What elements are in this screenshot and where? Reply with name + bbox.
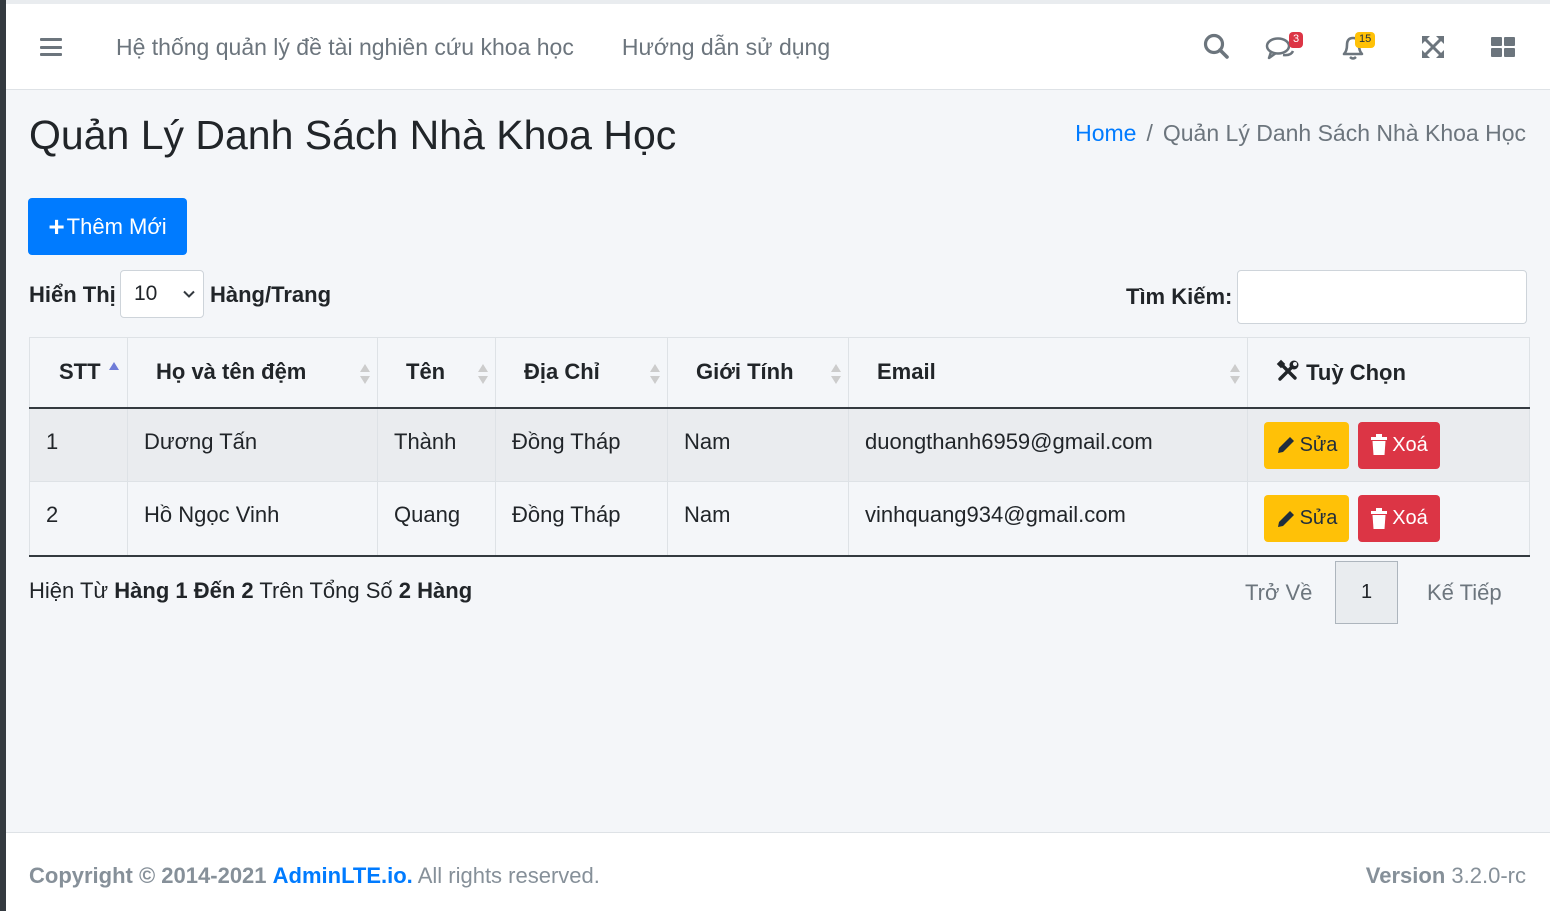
nav-link-guide[interactable]: Hướng dẫn sử dụng — [622, 34, 830, 61]
cell-name: Thành — [377, 407, 496, 482]
sidebar-edge — [0, 0, 6, 911]
footer-version: Version 3.2.0-rc — [1366, 863, 1526, 889]
table-row: 1 Dương Tấn Thành Đồng Tháp Nam duongtha… — [29, 407, 1530, 482]
header-label: STT — [59, 359, 101, 385]
fullscreen-icon[interactable] — [1418, 32, 1448, 62]
version-label: Version — [1365, 863, 1446, 888]
tools-icon — [1276, 359, 1299, 381]
header-label: Họ và tên đệm — [156, 359, 307, 385]
nav-link-system[interactable]: Hệ thống quản lý đề tài nghiên cứu khoa … — [116, 34, 574, 61]
edit-label: Sửa — [1299, 507, 1338, 529]
plus-icon: + — [48, 210, 65, 242]
sort-icon — [831, 364, 841, 384]
cell-email: duongthanh6959@gmail.com — [848, 407, 1248, 482]
grid-icon[interactable] — [1488, 32, 1518, 62]
header-label: Tuỳ Chọn — [1306, 359, 1406, 385]
info-prefix: Hiện Từ — [29, 578, 109, 603]
edit-button[interactable]: Sửa — [1264, 495, 1349, 542]
cell-actions: Sửa Xoá — [1247, 481, 1530, 557]
delete-button[interactable]: Xoá — [1358, 495, 1440, 542]
pencil-icon — [1277, 437, 1294, 453]
column-header-options: Tuỳ Chọn — [1247, 337, 1530, 409]
breadcrumb-current: Quản Lý Danh Sách Nhà Khoa Học — [1162, 120, 1526, 146]
cell-actions: Sửa Xoá — [1247, 407, 1530, 482]
navbar-left: Hệ thống quản lý đề tài nghiên cứu khoa … — [6, 4, 830, 90]
header-label: Tên — [406, 359, 446, 385]
trash-icon — [1371, 507, 1388, 529]
table-header-row: STT Họ và tên đệm Tên Địa Chỉ Giới Tính — [29, 337, 1530, 409]
cell-gender: Nam — [667, 407, 849, 482]
column-header-name[interactable]: Tên — [377, 337, 496, 409]
comments-icon[interactable]: 3 — [1265, 32, 1305, 62]
add-new-label: Thêm Mới — [66, 213, 167, 239]
info-middle: Trên Tổng Số — [259, 578, 393, 603]
copyright-text: Copyright © 2014-2021 — [29, 863, 267, 888]
cell-address: Đồng Tháp — [495, 481, 668, 557]
sort-icon — [478, 364, 488, 384]
table-row: 2 Hồ Ngọc Vinh Quang Đồng Tháp Nam vinhq… — [29, 481, 1530, 557]
add-new-button[interactable]: + Thêm Mới — [28, 198, 187, 255]
search-icon[interactable] — [1202, 32, 1232, 62]
trash-icon — [1371, 434, 1388, 455]
breadcrumb: Home / Quản Lý Danh Sách Nhà Khoa Học — [1075, 120, 1526, 147]
pencil-icon — [1277, 510, 1294, 527]
delete-button[interactable]: Xoá — [1358, 421, 1440, 469]
length-suffix: Hàng/Trang — [210, 282, 332, 307]
cell-name: Quang — [377, 481, 496, 557]
sort-asc-icon — [109, 362, 119, 370]
sort-icon — [1230, 364, 1240, 384]
info-total: 2 Hàng — [398, 578, 473, 603]
delete-label: Xoá — [1392, 507, 1428, 529]
footer-copyright: Copyright © 2014-2021 AdminLTE.io. All r… — [29, 863, 600, 889]
top-navbar: Hệ thống quản lý đề tài nghiên cứu khoa … — [6, 4, 1550, 90]
bell-icon[interactable]: 15 — [1338, 32, 1378, 62]
info-range: Hàng 1 Đến 2 — [114, 578, 254, 603]
edit-label: Sửa — [1299, 433, 1338, 456]
notifications-badge: 15 — [1355, 32, 1376, 48]
sort-icon — [360, 364, 370, 384]
cell-stt: 2 — [29, 481, 128, 557]
sort-icon — [650, 364, 660, 384]
column-header-surname[interactable]: Họ và tên đệm — [127, 337, 378, 409]
column-header-gender[interactable]: Giới Tính — [667, 337, 849, 409]
cell-address: Đồng Tháp — [495, 407, 668, 482]
chevron-down-icon — [183, 290, 195, 298]
rows-per-page-value: 10 — [134, 282, 158, 305]
header-label: Email — [877, 359, 936, 385]
footer: Copyright © 2014-2021 AdminLTE.io. All r… — [6, 832, 1550, 911]
cell-stt: 1 — [29, 407, 128, 482]
column-header-stt[interactable]: STT — [29, 337, 128, 409]
menu-icon[interactable] — [40, 38, 62, 56]
search-label: Tìm Kiếm: — [1126, 284, 1233, 309]
rights-text: All rights reserved. — [417, 863, 600, 888]
edit-button[interactable]: Sửa — [1264, 421, 1349, 469]
breadcrumb-home-link[interactable]: Home — [1075, 120, 1136, 146]
header-label: Địa Chỉ — [524, 359, 600, 385]
cell-email: vinhquang934@gmail.com — [848, 481, 1248, 557]
cell-gender: Nam — [667, 481, 849, 557]
scientists-table: STT Họ và tên đệm Tên Địa Chỉ Giới Tính — [29, 337, 1530, 557]
page-title: Quản Lý Danh Sách Nhà Khoa Học — [29, 112, 677, 158]
cell-surname: Hồ Ngọc Vinh — [127, 481, 378, 557]
scientists-table-wrapper: STT Họ và tên đệm Tên Địa Chỉ Giới Tính — [29, 337, 1530, 557]
header-label: Giới Tính — [696, 359, 794, 385]
breadcrumb-separator: / — [1146, 120, 1153, 146]
column-header-address[interactable]: Địa Chỉ — [495, 337, 668, 409]
rows-per-page-select[interactable]: 10 — [120, 270, 204, 318]
adminlte-link[interactable]: AdminLTE.io. — [273, 863, 413, 888]
pagination-next[interactable]: Kế Tiếp — [1427, 580, 1502, 606]
delete-label: Xoá — [1392, 433, 1428, 456]
column-header-email[interactable]: Email — [848, 337, 1248, 409]
search-input[interactable] — [1237, 270, 1527, 324]
version-value: 3.2.0-rc — [1451, 863, 1526, 888]
cell-surname: Dương Tấn — [127, 407, 378, 482]
pagination-page-1[interactable]: 1 — [1335, 561, 1398, 624]
pagination-previous[interactable]: Trở Về — [1245, 580, 1312, 606]
length-label: Hiển Thị — [29, 282, 116, 307]
messages-badge: 3 — [1289, 32, 1304, 48]
table-info: Hiện Từ Hàng 1 Đến 2 Trên Tổng Số 2 Hàng — [29, 578, 472, 604]
